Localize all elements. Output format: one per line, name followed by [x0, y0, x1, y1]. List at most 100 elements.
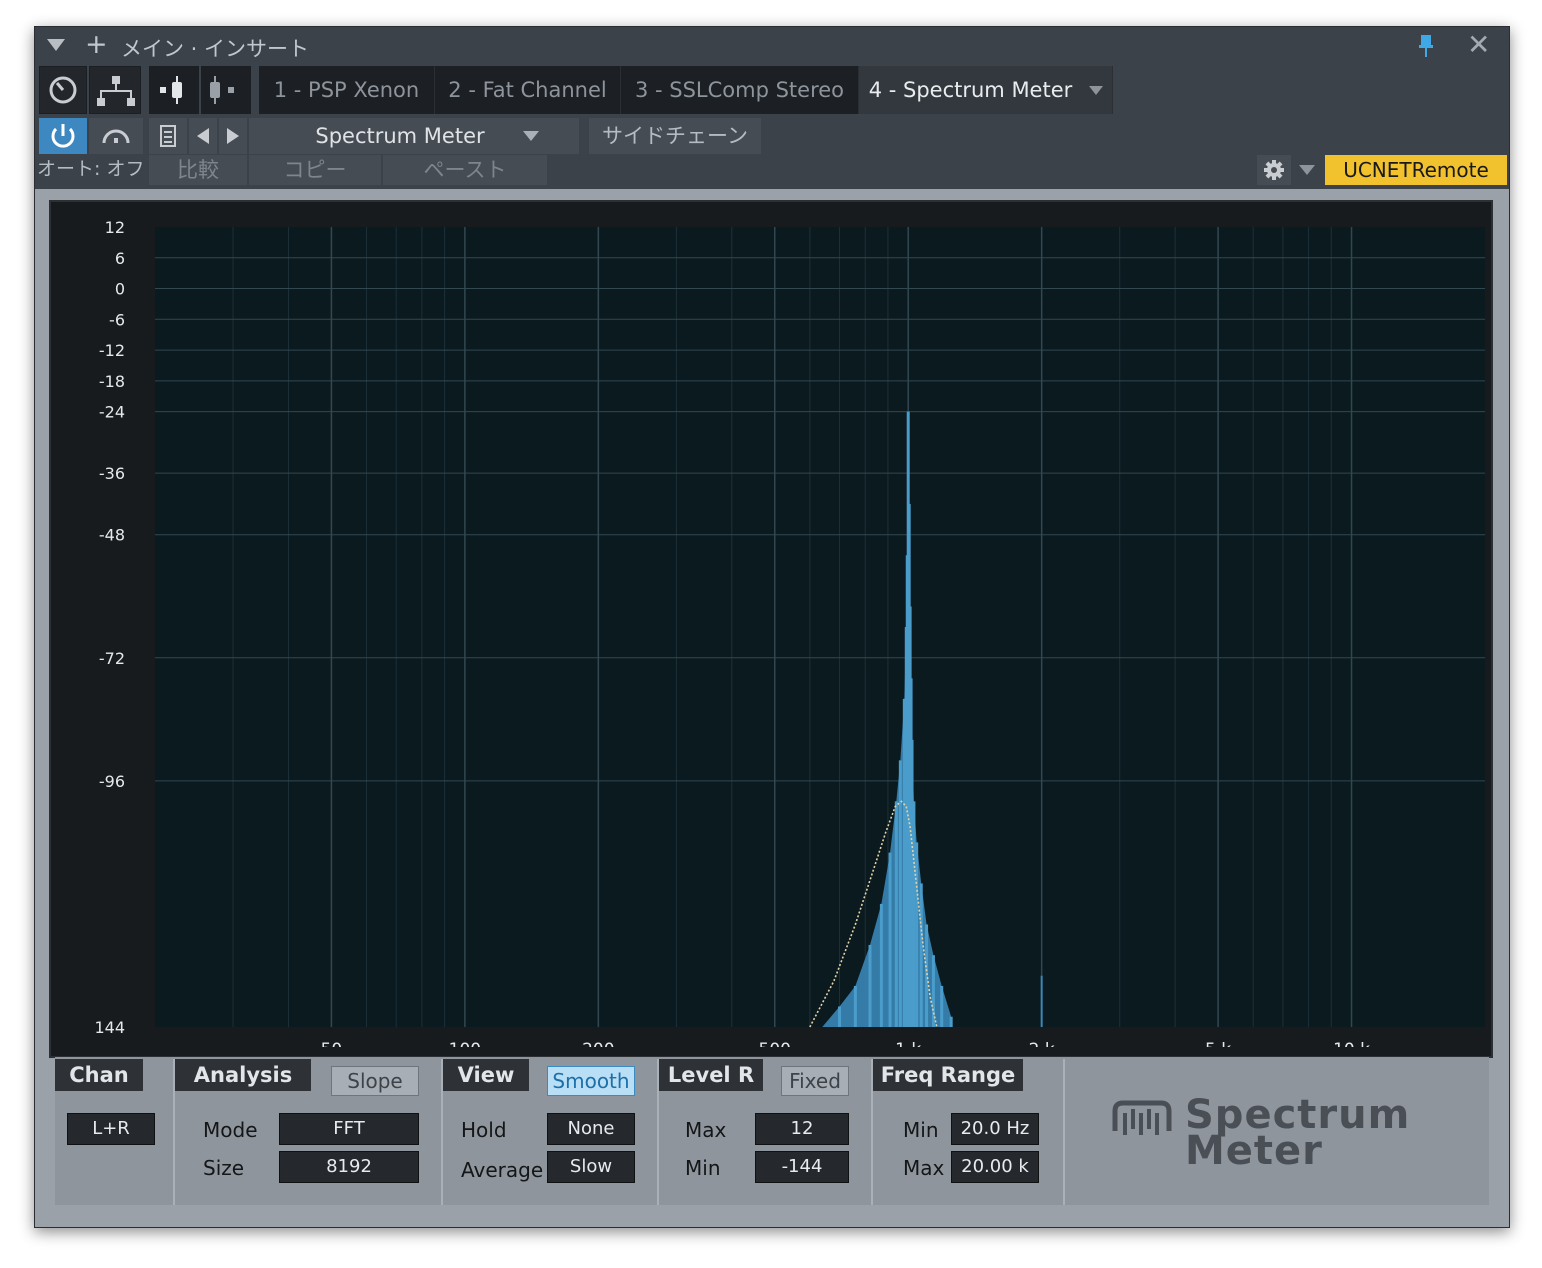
collapse-arrow-icon[interactable]	[47, 39, 65, 51]
add-plus-icon[interactable]: +	[85, 30, 108, 60]
logo-line-2: Meter	[1185, 1128, 1323, 1174]
product-logo-text: Spectrum Meter	[1185, 1095, 1410, 1174]
insert-right-button[interactable]	[201, 66, 251, 114]
routing-icon	[97, 76, 135, 106]
spectrum-bar	[919, 883, 923, 1027]
x-tick-label: 50	[321, 1040, 343, 1047]
spectrum-bar	[925, 924, 929, 1027]
hold-select[interactable]: None	[547, 1113, 635, 1145]
spectrum-bar	[912, 801, 916, 1027]
size-select[interactable]: 8192	[279, 1151, 419, 1183]
slope-toggle[interactable]: Slope	[331, 1066, 419, 1096]
chan-section-title: Chan	[55, 1059, 143, 1091]
freq-max-field[interactable]: 20.00 k	[951, 1151, 1039, 1183]
freq-min-label: Min	[903, 1118, 939, 1142]
bypass-icon	[102, 129, 130, 144]
x-tick-label: 5 k	[1205, 1040, 1231, 1047]
insert-left-button[interactable]	[149, 66, 199, 114]
average-select[interactable]: Slow	[547, 1151, 635, 1183]
arrow-left-icon	[197, 128, 209, 144]
spectrum-bar	[931, 955, 935, 1027]
level-range-section-title: Level R	[659, 1059, 763, 1091]
bypass-button[interactable]	[89, 118, 143, 154]
gear-icon	[1264, 160, 1284, 180]
y-tick-label: -24	[99, 403, 125, 422]
settings-button[interactable]	[1257, 155, 1291, 185]
copy-button[interactable]: コピー	[249, 155, 381, 185]
power-icon	[51, 124, 75, 148]
spectrum-bar	[853, 985, 857, 1027]
sidechain-button[interactable]: サイドチェーン	[589, 118, 761, 154]
tab-sslcomp-stereo[interactable]: 3 - SSLComp Stereo	[621, 66, 859, 114]
tab-psp-xenon[interactable]: 1 - PSP Xenon	[259, 66, 435, 114]
tab-menu-caret-icon[interactable]	[1089, 86, 1103, 95]
smooth-toggle[interactable]: Smooth	[547, 1066, 635, 1096]
level-max-label: Max	[685, 1118, 727, 1142]
window-title: メイン · インサート	[121, 37, 310, 61]
y-tick-label: -48	[99, 526, 125, 545]
section-divider	[1063, 1059, 1065, 1205]
freq-min-field[interactable]: 20.0 Hz	[951, 1113, 1039, 1145]
y-tick-label: -72	[99, 649, 125, 668]
spectrum-bar	[940, 985, 944, 1027]
routing-button[interactable]	[89, 66, 141, 114]
fixed-toggle[interactable]: Fixed	[781, 1066, 849, 1096]
settings-dropdown-icon[interactable]	[1299, 165, 1315, 175]
x-tick-label: 2 k	[1029, 1040, 1055, 1047]
y-tick-label: 0	[115, 280, 125, 299]
presonus-logo-icon	[1112, 1100, 1172, 1135]
close-icon[interactable]: ✕	[1467, 30, 1490, 60]
tab-fat-channel[interactable]: 2 - Fat Channel	[435, 66, 621, 114]
arrow-right-icon	[227, 128, 239, 144]
freq-max-label: Max	[903, 1156, 945, 1180]
average-label: Average	[461, 1158, 544, 1182]
mode-label: Mode	[203, 1118, 258, 1142]
mode-select[interactable]: FFT	[279, 1113, 419, 1145]
clock-button[interactable]	[39, 66, 87, 114]
level-min-label: Min	[685, 1156, 721, 1180]
preset-name-label: Spectrum Meter	[315, 124, 485, 148]
preset-prev-button[interactable]	[189, 118, 217, 154]
y-tick-label: -18	[99, 372, 125, 391]
spectrum-bar	[879, 903, 883, 1027]
spectrum-bar	[894, 801, 898, 1027]
y-tick-label: -6	[109, 310, 125, 329]
title-bar: + メイン · インサート ✕	[35, 27, 1509, 65]
y-tick-label: -36	[99, 464, 125, 483]
plot-background	[155, 227, 1485, 1027]
y-tick-label: -96	[99, 772, 125, 791]
channel-select[interactable]: L+R	[67, 1113, 155, 1145]
preset-dropdown-icon[interactable]	[523, 131, 539, 141]
x-tick-label: 500	[759, 1040, 791, 1047]
spectrum-bar	[868, 944, 872, 1027]
tab-spectrum-meter[interactable]: 4 - Spectrum Meter	[859, 66, 1113, 114]
paste-button[interactable]: ペースト	[383, 155, 547, 185]
automation-label[interactable]: オート: オフ	[37, 155, 144, 183]
spectrum-bar	[838, 1006, 842, 1027]
document-icon	[160, 125, 176, 147]
spectrum-bar	[949, 1016, 953, 1027]
spectrum-bar	[888, 852, 892, 1027]
insert-left-icon	[160, 76, 182, 104]
insert-right-icon	[210, 76, 234, 104]
level-min-field[interactable]: -144	[755, 1151, 849, 1183]
preset-file-button[interactable]	[149, 118, 187, 154]
y-tick-label: -144	[95, 1018, 125, 1037]
preset-next-button[interactable]	[219, 118, 247, 154]
plugin-window: + メイン · インサート ✕ 1 - PSP Xenon 2 - Fat Ch…	[34, 26, 1510, 1228]
hold-label: Hold	[461, 1118, 507, 1142]
y-tick-label: -12	[99, 341, 125, 360]
power-button[interactable]	[39, 118, 87, 154]
insert-tab-strip: 1 - PSP Xenon 2 - Fat Channel 3 - SSLCom…	[259, 66, 1113, 114]
x-tick-label: 1 k	[895, 1040, 921, 1047]
analysis-section-title: Analysis	[175, 1059, 311, 1091]
freq-range-section-title: Freq Range	[873, 1059, 1023, 1091]
compare-button[interactable]: 比較	[149, 155, 247, 185]
pin-icon[interactable]	[1419, 35, 1433, 57]
x-tick-label: 10 k	[1333, 1040, 1370, 1047]
size-label: Size	[203, 1156, 245, 1180]
level-max-field[interactable]: 12	[755, 1113, 849, 1145]
x-tick-label: 200	[582, 1040, 614, 1047]
view-section-title: View	[443, 1059, 529, 1091]
ucnet-remote-button[interactable]: UCNETRemote	[1325, 155, 1507, 185]
